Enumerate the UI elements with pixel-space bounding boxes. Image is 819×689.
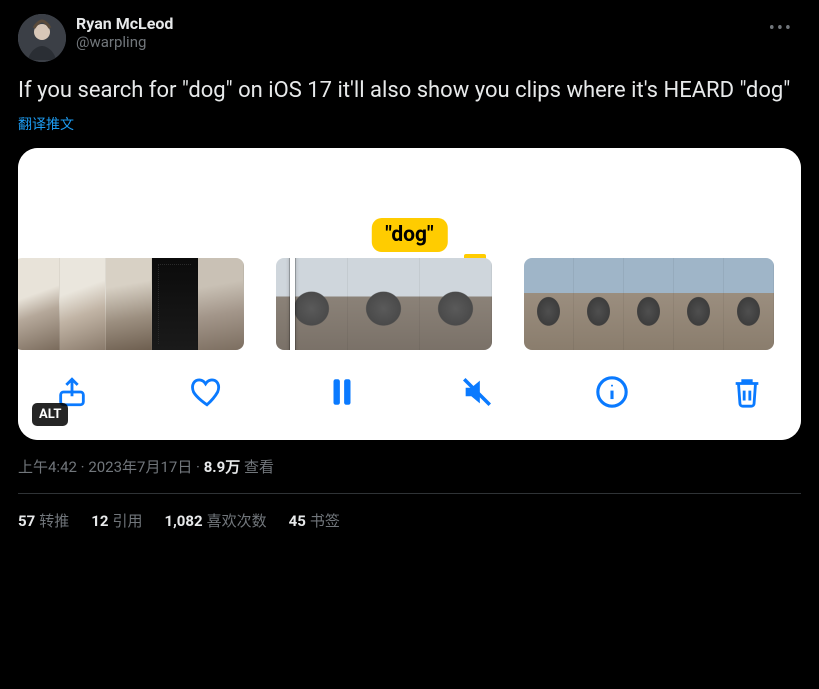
- clip-group-3[interactable]: [524, 258, 774, 350]
- clip-frame: [674, 258, 724, 350]
- info-icon[interactable]: [592, 372, 632, 412]
- mute-icon[interactable]: [457, 372, 497, 412]
- handle[interactable]: @warpling: [76, 33, 761, 51]
- media-card[interactable]: "dog": [18, 148, 801, 440]
- translate-link[interactable]: 翻译推文: [18, 114, 74, 134]
- clip-frame: [624, 258, 674, 350]
- avatar[interactable]: [18, 14, 66, 62]
- tweet-text: If you search for "dog" on iOS 17 it'll …: [18, 76, 801, 106]
- tweet-time: 上午4:42: [18, 458, 77, 476]
- bookmarks-stat[interactable]: 45书签: [289, 510, 340, 531]
- clip-strip: [18, 258, 801, 350]
- clip-frame: [724, 258, 774, 350]
- clip-frame: [420, 258, 492, 350]
- media-top: "dog": [18, 148, 801, 258]
- clip-frame: [152, 258, 198, 350]
- pause-icon[interactable]: [322, 372, 362, 412]
- heart-icon[interactable]: [187, 372, 227, 412]
- clip-frame: [60, 258, 106, 350]
- quotes-stat[interactable]: 12引用: [91, 510, 142, 531]
- clip-frame: [276, 258, 348, 350]
- clip-frame: [18, 258, 60, 350]
- playhead[interactable]: [290, 258, 295, 350]
- views-label: 查看: [240, 458, 274, 476]
- tweet-date: 2023年7月17日: [88, 458, 192, 476]
- display-name[interactable]: Ryan McLeod: [76, 14, 761, 33]
- tweet-header: Ryan McLeod @warpling •••: [18, 14, 801, 62]
- clip-group-2[interactable]: [276, 258, 492, 350]
- views-count: 8.9万: [204, 458, 241, 476]
- search-tooltip: "dog": [371, 218, 447, 252]
- tweet-stats: 57转推 12引用 1,082喜欢次数 45书签: [18, 494, 801, 531]
- more-icon[interactable]: •••: [761, 14, 801, 43]
- user-block: Ryan McLeod @warpling: [76, 14, 761, 51]
- tweet-meta[interactable]: 上午4:42 · 2023年7月17日 · 8.9万 查看: [18, 456, 801, 477]
- likes-stat[interactable]: 1,082喜欢次数: [164, 510, 266, 531]
- clip-frame: [106, 258, 152, 350]
- clip-frame: [198, 258, 244, 350]
- trash-icon[interactable]: [727, 372, 767, 412]
- clip-group-1[interactable]: [18, 258, 244, 350]
- clip-frame: [524, 258, 574, 350]
- retweets-stat[interactable]: 57转推: [18, 510, 69, 531]
- clip-frame: [348, 258, 420, 350]
- alt-badge[interactable]: ALT: [32, 403, 68, 426]
- tweet-container: Ryan McLeod @warpling ••• If you search …: [0, 0, 819, 545]
- media-toolbar: [18, 350, 801, 440]
- clip-frame: [574, 258, 624, 350]
